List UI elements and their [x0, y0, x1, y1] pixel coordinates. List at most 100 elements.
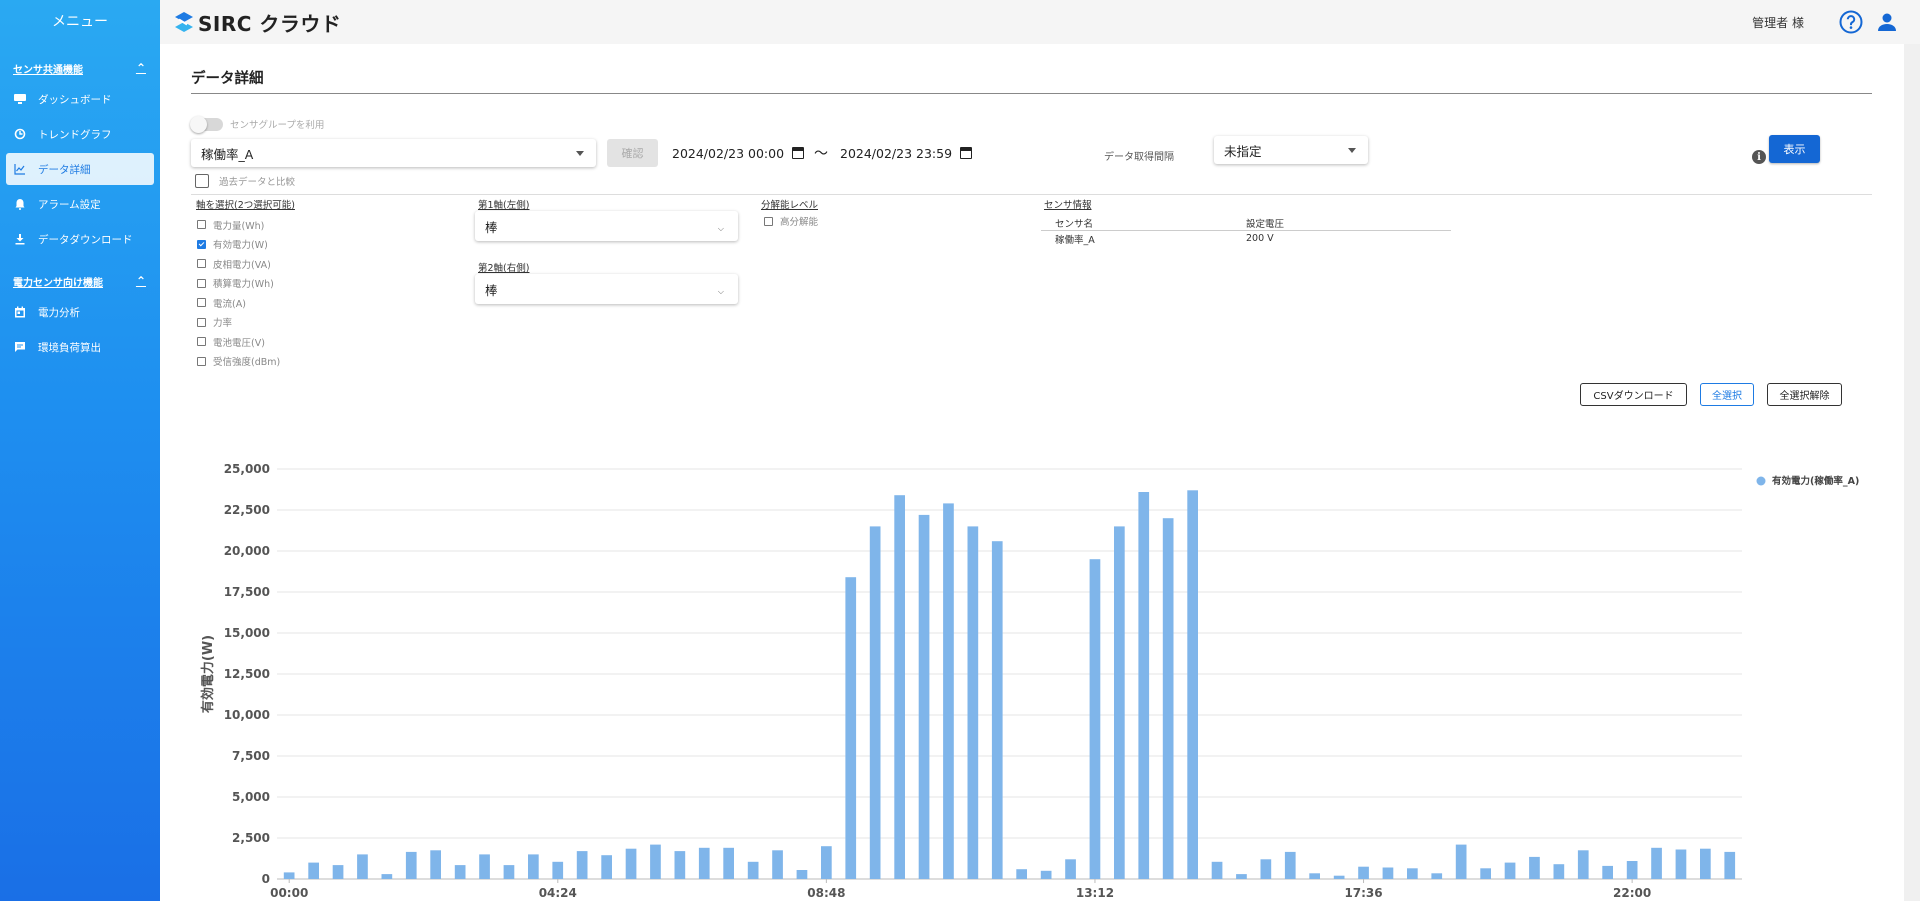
axis1-select-value: 棒	[485, 219, 498, 235]
interval-label: データ取得間隔	[1104, 152, 1174, 163]
account-icon[interactable]	[1874, 9, 1900, 35]
info-icon[interactable]: i	[1752, 150, 1766, 164]
axis-option[interactable]: 有効電力(W)	[197, 235, 280, 255]
y-tick-label: 15,000	[224, 626, 270, 640]
y-tick-label: 17,500	[224, 585, 270, 599]
date-to-value: 2024/02/23 23:59	[840, 145, 953, 161]
section-power-sensor[interactable]: 電力センサ向け機能 ⌃	[0, 269, 160, 293]
bar	[1480, 868, 1491, 879]
bar	[1724, 851, 1736, 879]
sidebar-item-dashboard[interactable]: ダッシュボード	[6, 83, 154, 115]
compare-past-checkbox[interactable]: 過去データと比較	[195, 174, 295, 188]
header: SIRC クラウド 管理者 様	[160, 0, 1920, 44]
sensor-group-toggle[interactable]: センサグループを利用	[190, 115, 324, 133]
sensor-select[interactable]: 稼働率_A	[191, 139, 596, 167]
axis-option-label: 皮相電力(VA)	[213, 259, 271, 271]
sidebar-item-env-load[interactable]: 環境負荷算出	[6, 331, 154, 363]
axis2-select-value: 棒	[485, 282, 498, 298]
table-cell: 200 V	[1246, 233, 1274, 244]
sidebar-item-power-analysis[interactable]: 電力分析	[6, 296, 154, 328]
table-header-cell: センサ名	[1055, 219, 1094, 230]
y-tick-label: 20,000	[224, 544, 270, 558]
bar	[1529, 856, 1540, 879]
confirm-button[interactable]: 確認	[607, 139, 658, 167]
interval-select[interactable]: 未指定	[1214, 136, 1368, 164]
sensor-select-value: 稼働率_A	[201, 146, 254, 162]
bar	[1358, 866, 1369, 879]
bar	[894, 495, 905, 879]
bar	[1138, 492, 1150, 879]
sidebar-item-label: 環境負荷算出	[38, 341, 101, 354]
select-all-button[interactable]: 全選択	[1700, 383, 1754, 406]
bar	[601, 855, 612, 879]
logo-text: SIRC クラウド	[198, 11, 342, 36]
csv-download-button[interactable]: CSVダウンロード	[1580, 383, 1687, 406]
bar	[1675, 849, 1687, 879]
logo[interactable]: SIRC クラウド	[174, 8, 341, 37]
bar	[1187, 490, 1198, 879]
download-icon	[13, 232, 27, 246]
sidebar-item-label: トレンドグラフ	[38, 128, 112, 141]
caret-down-icon	[1348, 148, 1356, 153]
bar	[698, 847, 710, 879]
main-panel: データ詳細 センサグループを利用 稼働率_A 確認 2024/02/23 00:…	[160, 44, 1904, 901]
axis-option[interactable]: 電流(A)	[197, 293, 280, 313]
trend-icon	[13, 127, 27, 141]
bar	[1626, 861, 1638, 879]
chevron-up-icon: ⌃	[135, 61, 146, 75]
sidebar-item-alarm[interactable]: アラーム設定	[6, 188, 154, 220]
bar	[1040, 870, 1052, 879]
sidebar-item-download[interactable]: データダウンロード	[6, 223, 154, 255]
axis-option[interactable]: 電池電圧(V)	[197, 332, 280, 352]
checkbox-box	[195, 174, 209, 188]
user-name: 管理者 様	[1752, 15, 1804, 30]
axis-option[interactable]: 皮相電力(VA)	[197, 254, 280, 274]
sidebar-item-data-detail[interactable]: データ詳細	[6, 153, 154, 185]
bar	[943, 503, 954, 879]
vertical-scrollbar[interactable]	[1904, 44, 1920, 901]
resolution-option[interactable]: 高分解能	[764, 214, 818, 228]
section-sensor-common[interactable]: センサ共通機能 ⌃	[0, 56, 160, 80]
table-cell: 稼働率_A	[1055, 234, 1095, 246]
date-from-field[interactable]: 2024/02/23 00:00	[672, 139, 805, 167]
x-tick-label: 17:36	[1344, 886, 1382, 900]
y-tick-label: 25,000	[224, 462, 270, 476]
axis1-select[interactable]: 棒 ⌵	[475, 211, 738, 241]
axis-option[interactable]: 受信強度(dBm)	[197, 352, 280, 372]
axis-option[interactable]: 力率	[197, 313, 280, 333]
table-header-cell: 設定電圧	[1246, 219, 1285, 230]
legend-marker	[1756, 476, 1766, 486]
bar	[845, 577, 857, 879]
bar	[1162, 518, 1174, 879]
help-icon[interactable]	[1838, 9, 1864, 35]
calendar-picker-icon[interactable]	[960, 147, 973, 159]
bar	[747, 861, 759, 879]
calendar-picker-icon[interactable]	[792, 147, 805, 159]
resolution-title: 分解能レベル	[761, 200, 819, 211]
bar	[1651, 847, 1662, 879]
sidebar-item-label: ダッシュボード	[38, 93, 112, 106]
sidebar: メニュー センサ共通機能 ⌃ ダッシュボード トレンドグラフ データ詳細 アラー…	[0, 0, 160, 901]
sidebar-item-trend[interactable]: トレンドグラフ	[6, 118, 154, 150]
chevron-up-icon: ⌃	[135, 274, 146, 288]
bar	[1455, 844, 1467, 879]
axis2-select[interactable]: 棒 ⌵	[475, 274, 738, 304]
axis-option[interactable]: 電力量(Wh)	[197, 215, 280, 235]
page-title: データ詳細	[191, 71, 264, 87]
bar	[1114, 526, 1125, 879]
checkbox-checked-icon	[197, 239, 206, 249]
clear-all-button[interactable]: 全選択解除	[1767, 383, 1842, 406]
date-to-field[interactable]: 2024/02/23 23:59	[840, 139, 973, 167]
bar	[1504, 862, 1516, 879]
axis-option-label: 受信強度(dBm)	[213, 357, 281, 369]
bar	[1016, 869, 1027, 879]
bar	[1602, 865, 1613, 879]
x-tick-label: 08:48	[807, 886, 845, 900]
bar	[1333, 875, 1345, 879]
sidebar-item-label: データダウンロード	[38, 233, 133, 246]
x-tick-label: 22:00	[1613, 886, 1651, 900]
bar	[405, 851, 417, 879]
axis-option[interactable]: 積算電力(Wh)	[197, 274, 280, 294]
show-button[interactable]: 表示	[1769, 135, 1820, 163]
bar	[357, 854, 368, 879]
